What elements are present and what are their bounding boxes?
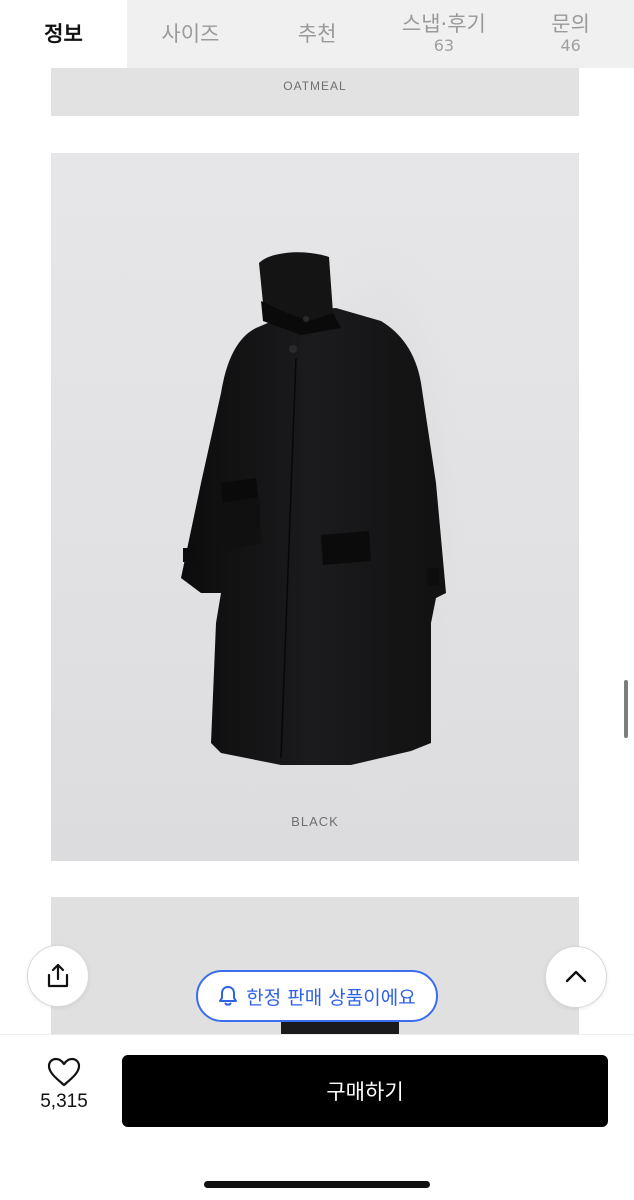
tab-label: 사이즈	[161, 22, 220, 46]
product-image-black: BLACK	[51, 153, 579, 861]
tab-label: 스냅·후기	[401, 12, 486, 36]
buy-button-label: 구매하기	[326, 1080, 404, 1104]
bottom-action-bar: 5,315 구매하기	[0, 1034, 634, 1200]
tab-label: 추천	[297, 22, 337, 46]
tab-count: 63	[433, 36, 455, 55]
tab-info[interactable]: 정보	[0, 0, 127, 68]
image-caption: OATMEAL	[283, 79, 347, 93]
heart-icon	[47, 1057, 81, 1087]
limited-sale-badge[interactable]: 한정 판매 상품이에요	[196, 970, 438, 1022]
tab-recommend[interactable]: 추천	[254, 0, 381, 68]
chevron-up-icon	[565, 970, 587, 983]
tab-count: 46	[560, 36, 581, 55]
share-button[interactable]	[27, 945, 89, 1007]
like-count: 5,315	[40, 1091, 88, 1112]
coat-image	[181, 213, 471, 813]
scroll-top-button[interactable]	[545, 946, 607, 1008]
like-button[interactable]: 5,315	[28, 1057, 100, 1113]
bell-icon	[219, 986, 238, 1006]
tab-label: 문의	[551, 12, 590, 36]
tab-snap-review[interactable]: 스냅·후기 63	[381, 0, 508, 68]
tab-bar: 정보 사이즈 추천 스냅·후기 63 문의 46	[0, 0, 634, 68]
buy-button[interactable]: 구매하기	[122, 1055, 608, 1127]
tab-inquiry[interactable]: 문의 46	[507, 0, 634, 68]
tab-size[interactable]: 사이즈	[127, 0, 254, 68]
product-image-oatmeal: OATMEAL	[51, 68, 579, 116]
scroll-indicator[interactable]	[624, 680, 628, 738]
image-caption: BLACK	[291, 814, 339, 829]
limited-sale-label: 한정 판매 상품이에요	[246, 986, 416, 1009]
product-detail-page: 정보 사이즈 추천 스냅·후기 63 문의 46 OATMEAL BLACK 한…	[0, 0, 634, 1200]
share-icon	[47, 963, 69, 988]
home-indicator	[204, 1181, 430, 1188]
tab-label: 정보	[44, 22, 83, 46]
